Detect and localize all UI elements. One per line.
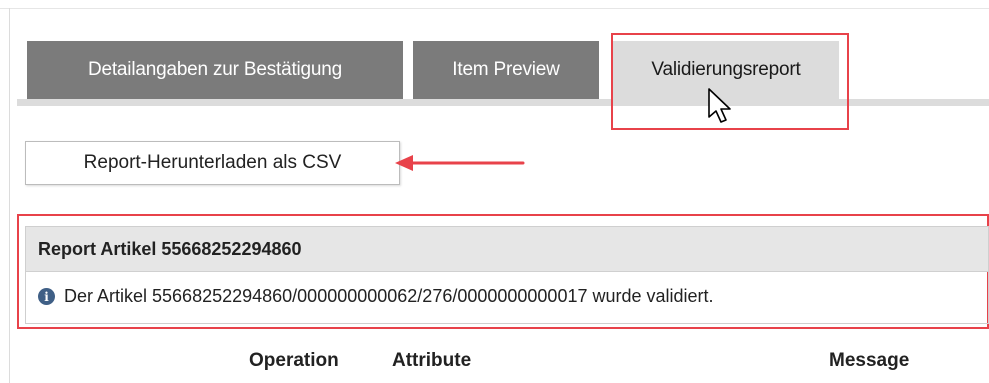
tab-label: Detailangaben zur Bestätigung	[87, 59, 343, 80]
tab-label: Item Preview	[452, 59, 560, 80]
column-header-attribute[interactable]: Attribute	[392, 350, 471, 372]
mouse-pointer-icon	[708, 88, 731, 123]
red-arrow-annotation	[395, 155, 525, 171]
left-border	[9, 8, 10, 383]
info-icon: i	[38, 288, 55, 305]
column-header-message[interactable]: Message	[829, 350, 909, 372]
column-header-operation[interactable]: Operation	[249, 350, 339, 372]
report-message-text: Der Artikel 55668252294860/000000000062/…	[64, 286, 714, 306]
report-title: Report Artikel 55668252294860	[26, 227, 988, 272]
download-csv-button[interactable]: Report-Herunterladen als CSV	[25, 141, 400, 185]
download-csv-label: Report-Herunterladen als CSV	[83, 152, 342, 173]
top-border	[0, 8, 989, 9]
tab-item-preview[interactable]: Item Preview	[413, 41, 599, 99]
tab-detailangaben[interactable]: Detailangaben zur Bestätigung	[27, 41, 403, 99]
report-panel: Report Artikel 55668252294860 i Der Arti…	[25, 226, 989, 324]
report-message: i Der Artikel 55668252294860/00000000006…	[38, 286, 714, 307]
